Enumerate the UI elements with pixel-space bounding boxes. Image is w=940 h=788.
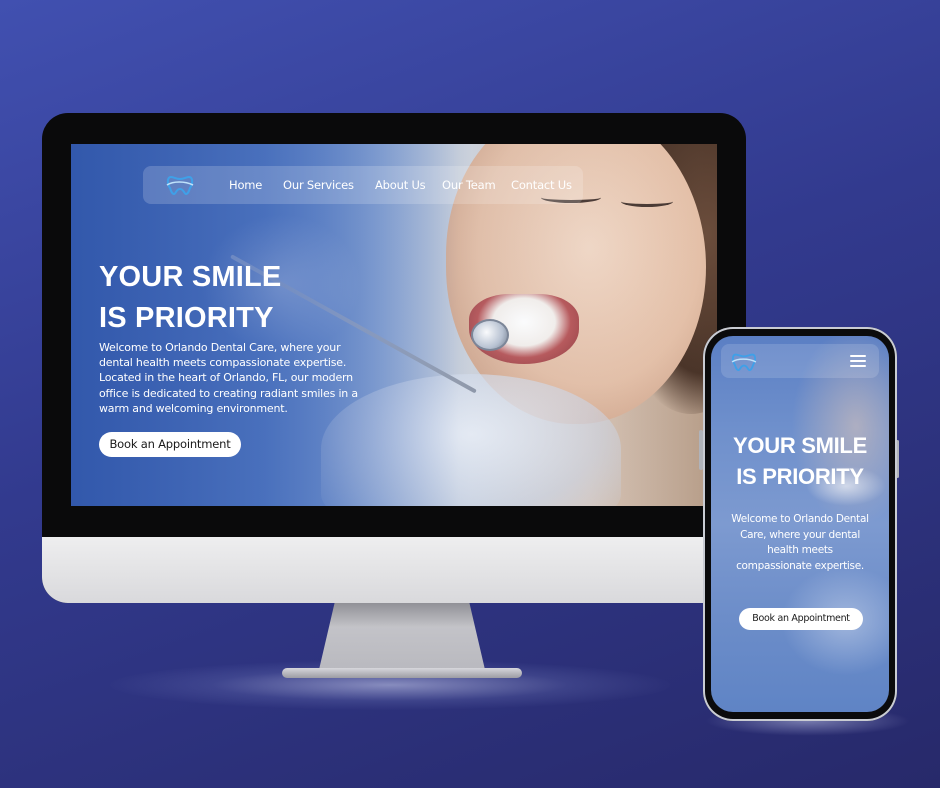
book-appointment-button[interactable]: Book an Appointment xyxy=(99,432,241,457)
mobile-phone: YOUR SMILE IS PRIORITY Welcome to Orland… xyxy=(703,327,897,721)
tooth-logo-icon[interactable] xyxy=(729,350,759,372)
tooth-logo-icon[interactable] xyxy=(165,172,195,196)
nav-our-team[interactable]: Our Team xyxy=(442,178,496,192)
nav-contact-us[interactable]: Contact Us xyxy=(511,178,572,192)
hero-title: YOUR SMILE IS PRIORITY xyxy=(99,257,281,339)
hero-title-line2: IS PRIORITY xyxy=(99,302,274,334)
mobile-hero-description: Welcome to Orlando Dental Care, where yo… xyxy=(731,513,869,572)
mobile-nav-bar xyxy=(721,344,879,378)
nav-our-services[interactable]: Our Services xyxy=(283,178,354,192)
hamburger-menu-icon[interactable] xyxy=(850,355,866,367)
hero-title-line1: YOUR SMILE xyxy=(99,261,282,293)
nav-home[interactable]: Home xyxy=(229,178,262,192)
mobile-screen: YOUR SMILE IS PRIORITY Welcome to Orland… xyxy=(711,336,889,712)
hero-description: Welcome to Orlando Dental Care, where yo… xyxy=(99,341,358,415)
monitor-stand xyxy=(318,602,486,674)
desktop-nav-bar: Home Our Services About Us Our Team Cont… xyxy=(143,166,583,204)
desktop-monitor: Home Our Services About Us Our Team Cont… xyxy=(42,113,746,603)
desktop-screen: Home Our Services About Us Our Team Cont… xyxy=(71,144,717,506)
monitor-stand-base xyxy=(282,668,522,678)
mobile-hero-title: YOUR SMILE IS PRIORITY xyxy=(711,430,889,492)
mobile-hero-title-line1: YOUR SMILE xyxy=(733,433,867,458)
nav-about-us[interactable]: About Us xyxy=(375,178,426,192)
mobile-hero-title-line2: IS PRIORITY xyxy=(736,464,864,489)
mobile-book-appointment-button[interactable]: Book an Appointment xyxy=(739,608,863,630)
monitor-chin xyxy=(42,537,746,603)
